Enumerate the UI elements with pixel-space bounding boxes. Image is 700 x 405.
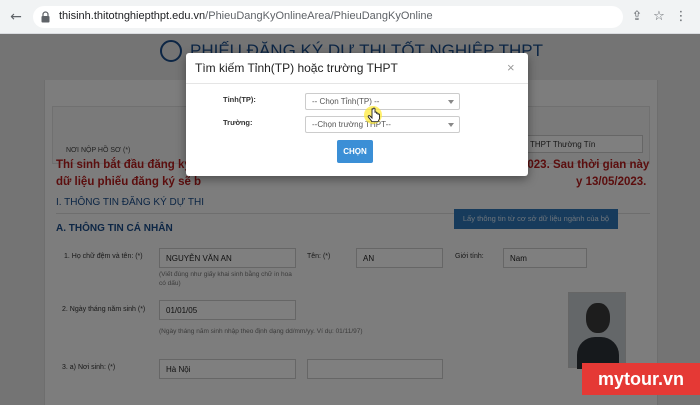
brand-watermark: mytour.vn bbox=[582, 363, 700, 395]
search-modal: Tìm kiếm Tỉnh(TP) hoặc trường THPT × Tỉn… bbox=[186, 53, 528, 176]
star-icon[interactable]: ☆ bbox=[650, 8, 668, 26]
share-icon[interactable]: ⇪ bbox=[628, 8, 646, 26]
close-icon[interactable]: × bbox=[507, 60, 515, 75]
url-text: thisinh.thitotnghiepthpt.edu.vn/PhieuDan… bbox=[59, 10, 433, 22]
school-label: Trường: bbox=[223, 118, 253, 127]
chevron-down-icon bbox=[448, 100, 454, 104]
menu-icon[interactable]: ⋮ bbox=[672, 8, 690, 26]
select-button[interactable]: CHỌN bbox=[337, 140, 373, 163]
lock-icon bbox=[41, 11, 50, 23]
province-label: Tỉnh(TP): bbox=[223, 95, 256, 104]
chevron-down-icon bbox=[448, 123, 454, 127]
address-bar[interactable]: thisinh.thitotnghiepthpt.edu.vn/PhieuDan… bbox=[33, 6, 623, 28]
browser-toolbar: ← → ⟳ thisinh.thitotnghiepthpt.edu.vn/Ph… bbox=[0, 0, 700, 34]
modal-divider bbox=[186, 83, 528, 84]
modal-title: Tìm kiếm Tỉnh(TP) hoặc trường THPT bbox=[195, 61, 398, 75]
hand-cursor-icon bbox=[364, 106, 382, 124]
back-icon[interactable]: ← bbox=[8, 9, 24, 25]
